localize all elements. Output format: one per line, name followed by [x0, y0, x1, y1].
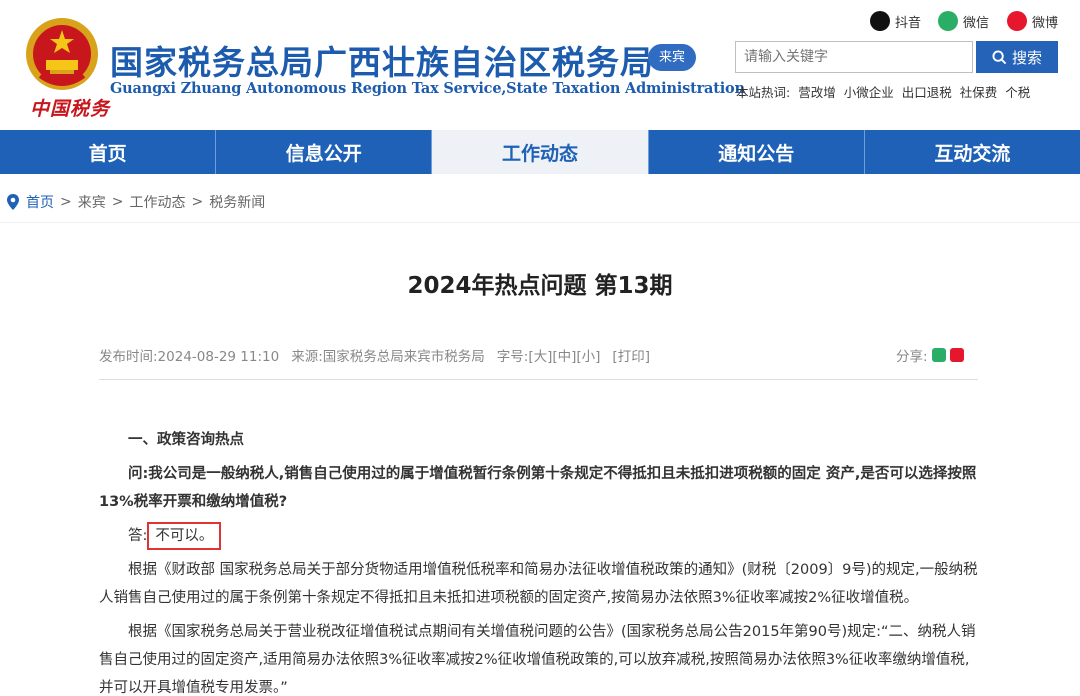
- weibo-icon: [1007, 11, 1027, 31]
- article-meta: 发布时间:2024-08-29 11:10 来源:国家税务总局来宾市税务局 字号…: [99, 345, 650, 365]
- hot-word[interactable]: 营改增: [798, 82, 836, 101]
- share-bar: 分享:: [896, 345, 964, 365]
- nav-announcements[interactable]: 通知公告: [649, 130, 865, 174]
- nav-info-disclosure[interactable]: 信息公开: [216, 130, 433, 174]
- wechat-icon: [938, 11, 958, 31]
- breadcrumb-laibin[interactable]: 来宾: [78, 192, 106, 212]
- douyin-icon: [870, 11, 890, 31]
- hot-words: 本站热词: 营改增 小微企业 出口退税 社保费 个税: [736, 82, 1030, 101]
- site-title[interactable]: 国家税务总局广西壮族自治区税务局: [110, 36, 654, 84]
- city-badge[interactable]: 来宾: [648, 44, 696, 71]
- search-icon: [992, 49, 1007, 64]
- main-nav: 首页 信息公开 工作动态 通知公告 互动交流: [0, 130, 1080, 174]
- national-emblem-icon: [26, 18, 98, 90]
- location-pin-icon: [7, 194, 19, 210]
- breadcrumb: 首页 > 来宾 > 工作动态 > 税务新闻: [6, 192, 265, 212]
- breadcrumb-home[interactable]: 首页: [26, 192, 54, 212]
- hot-word[interactable]: 小微企业: [844, 82, 894, 101]
- publish-time: 发布时间:2024-08-29 11:10: [99, 349, 280, 365]
- article-source: 来源:国家税务总局来宾市税务局: [291, 349, 485, 365]
- social-douyin[interactable]: 抖音: [870, 10, 921, 32]
- paragraph: 根据《财政部 国家税务总局关于部分货物适用增值税低税率和简易办法征收增值税政策的…: [99, 562, 978, 606]
- search-input[interactable]: [735, 41, 973, 73]
- nav-interaction[interactable]: 互动交流: [865, 130, 1080, 174]
- article-title: 2024年热点问题 第13期: [407, 273, 673, 299]
- social-weibo[interactable]: 微博: [1007, 10, 1058, 32]
- breadcrumb-tax-news[interactable]: 税务新闻: [209, 192, 265, 212]
- section-heading: 一、政策咨询热点: [128, 432, 244, 448]
- answer-highlight: 不可以。: [147, 522, 222, 550]
- share-label: 分享:: [896, 349, 928, 365]
- share-wechat-icon[interactable]: [931, 348, 946, 362]
- share-weibo-icon[interactable]: [949, 348, 964, 362]
- nav-home[interactable]: 首页: [0, 130, 217, 174]
- hot-words-label: 本站热词:: [736, 85, 791, 100]
- question-text: 问:我公司是一般纳税人,销售自己使用过的属于增值税暂行条例第十条规定不得抵扣且未…: [99, 466, 977, 510]
- divider: [99, 379, 978, 380]
- breadcrumb-separator: >: [111, 194, 124, 210]
- answer-line: 答: 不可以。: [99, 522, 978, 550]
- article-content: 一、政策咨询热点 问:我公司是一般纳税人,销售自己使用过的属于增值税暂行条例第十…: [99, 426, 978, 696]
- breadcrumb-separator: >: [60, 194, 72, 210]
- social-wechat[interactable]: 微信: [938, 10, 989, 32]
- breadcrumb-work-news[interactable]: 工作动态: [129, 192, 185, 212]
- font-size-controls[interactable]: 字号:[大][中][小]: [497, 345, 601, 365]
- hot-word[interactable]: 个税: [1005, 82, 1030, 101]
- breadcrumb-separator: >: [191, 194, 204, 210]
- hot-word[interactable]: 社保费: [960, 82, 998, 101]
- answer-label: 答:: [128, 528, 148, 544]
- hot-word[interactable]: 出口退税: [902, 82, 952, 101]
- print-link[interactable]: [打印]: [612, 345, 650, 365]
- paragraph: 根据《国家税务总局关于营业税改征增值税试点期间有关增值税问题的公告》(国家税务总…: [99, 624, 976, 696]
- divider: [0, 222, 1080, 223]
- nav-work-news[interactable]: 工作动态: [432, 130, 649, 174]
- site-subtitle: Guangxi Zhuang Autonomous Region Tax Ser…: [110, 80, 745, 97]
- site-header: 中国税务 国家税务总局广西壮族自治区税务局 来宾 Guangxi Zhuang …: [0, 0, 1080, 130]
- search-button[interactable]: 搜索: [976, 41, 1058, 73]
- slogan-calligraphy: 中国税务: [30, 98, 111, 120]
